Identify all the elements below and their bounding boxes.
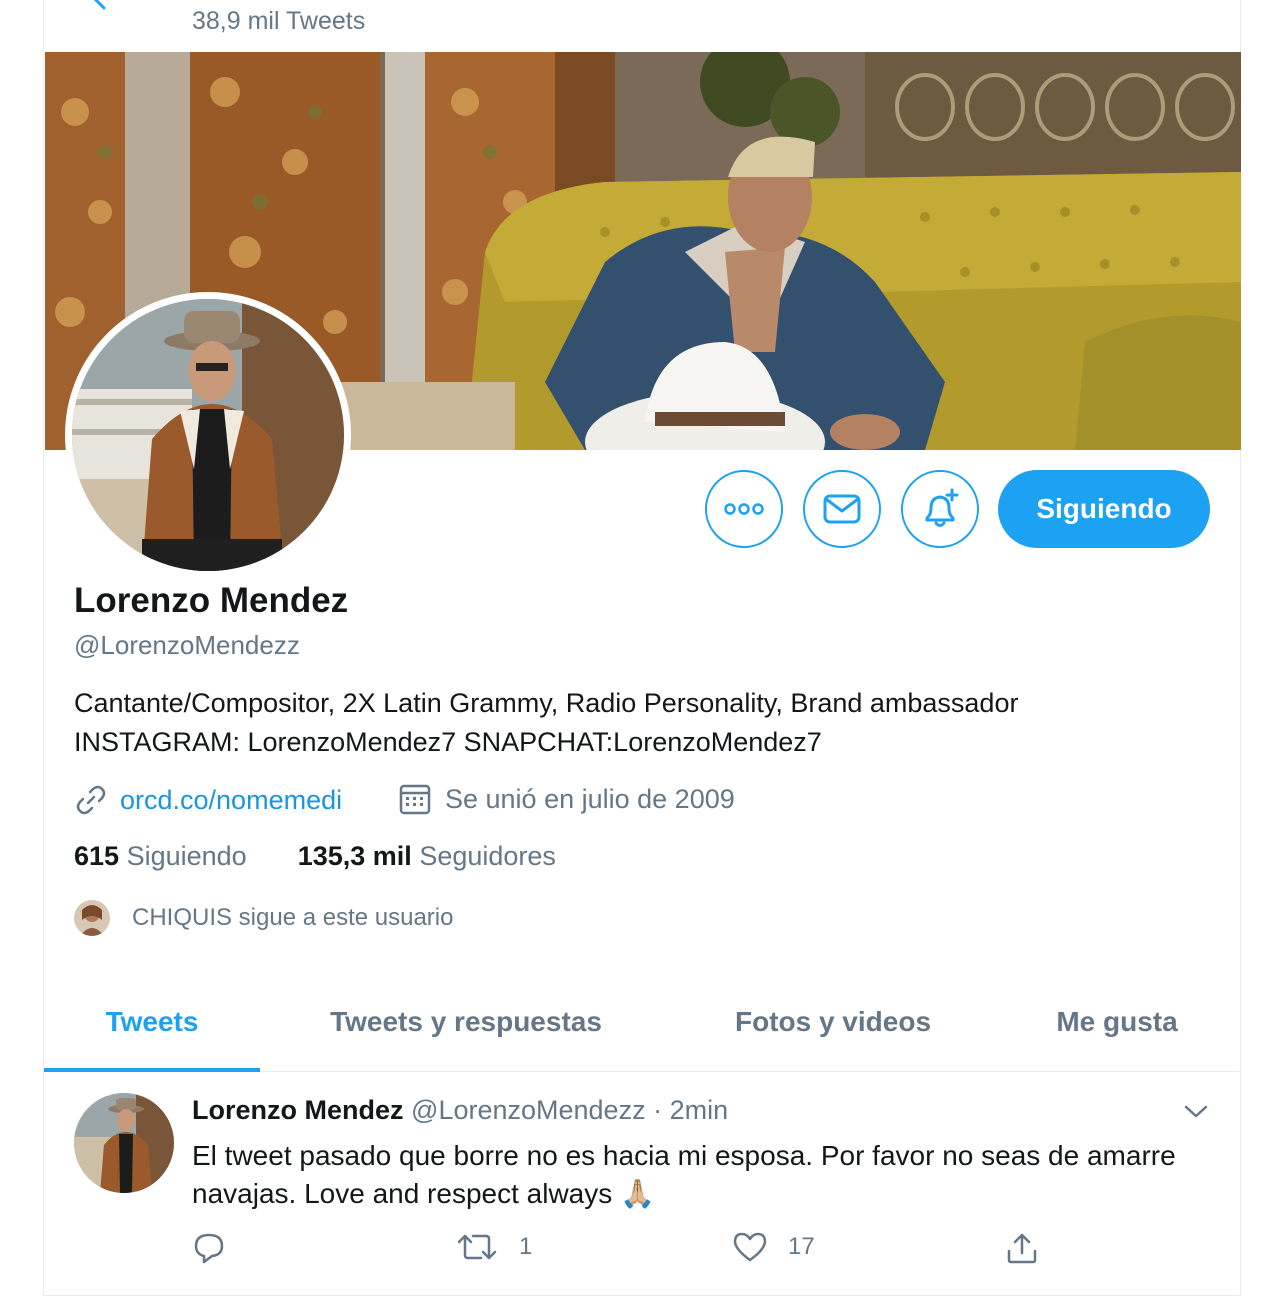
bio-line-1: Cantante/Compositor, 2X Latin Grammy, Ra… [74,688,1019,718]
calendar-icon [399,784,431,815]
share-icon [1007,1233,1037,1264]
profile-column: 38,9 mil Tweets Siguiendo Lorenzo Mendez… [43,0,1241,1296]
tweet-time[interactable]: 2min [670,1095,729,1125]
profile-avatar[interactable] [65,292,351,578]
more-button[interactable] [705,470,783,548]
active-tab-indicator [44,1068,260,1072]
retweet-icon [457,1234,497,1260]
joined-item: Se unió en julio de 2009 [399,783,735,815]
tweet-text: El tweet pasado que borre no es hacia mi… [192,1137,1202,1213]
tweet-header: Lorenzo Mendez @LorenzoMendezz · 2min [192,1095,728,1126]
heart-icon [733,1232,767,1262]
back-arrow-icon[interactable] [86,0,112,12]
tweet[interactable]: Lorenzo Mendez @LorenzoMendezz · 2min El… [44,1073,1240,1296]
tweet-emoji: 🙏🏼 [620,1178,655,1209]
following-stat[interactable]: 615 Siguiendo [74,841,254,871]
reply-button[interactable] [192,1231,246,1265]
reply-icon [194,1233,224,1264]
share-button[interactable] [1005,1231,1059,1265]
retweet-count: 1 [519,1233,533,1260]
tweet-author-name[interactable]: Lorenzo Mendez [192,1095,404,1125]
top-bar: 38,9 mil Tweets [44,0,1240,52]
website-item: orcd.co/nomemedi [74,783,342,817]
followers-stat[interactable]: 135,3 mil Seguidores [298,841,556,871]
profile-name: Lorenzo Mendez [74,581,349,620]
website-link[interactable]: orcd.co/nomemedi [120,785,342,816]
like-button[interactable]: 17 [732,1231,815,1263]
tab-photos-and-videos[interactable]: Fotos y videos [672,972,994,1072]
avatar-image [72,299,344,571]
follower-avatar [74,900,110,936]
message-button[interactable] [803,470,881,548]
like-count: 17 [788,1233,815,1260]
following-label: Siguiendo [126,841,247,871]
tab-likes[interactable]: Me gusta [994,972,1240,1072]
profile-stats: 615 Siguiendo 135,3 mil Seguidores [74,841,556,872]
profile-handle: @LorenzoMendezz [74,630,300,660]
chevron-down-icon[interactable] [1182,1097,1210,1125]
following-count: 615 [74,841,120,871]
followers-label: Seguidores [419,841,556,871]
tab-tweets-and-replies[interactable]: Tweets y respuestas [260,972,672,1072]
followers-count: 135,3 mil [297,841,412,871]
profile-tabs: Tweets Tweets y respuestas Fotos y video… [44,972,1240,1072]
followed-by-text: CHIQUIS sigue a este usuario [132,904,454,931]
mail-icon [823,494,861,524]
followed-by[interactable]: CHIQUIS sigue a este usuario [74,898,453,938]
retweet-button[interactable]: 1 [455,1231,532,1263]
tab-tweets[interactable]: Tweets [44,972,260,1072]
joined-date: Se unió en julio de 2009 [445,783,735,814]
tweet-body: El tweet pasado que borre no es hacia mi… [192,1140,1176,1209]
bio-line-2: INSTAGRAM: LorenzoMendez7 SNAPCHAT:Loren… [74,727,822,757]
following-button[interactable]: Siguiendo [998,470,1210,548]
more-icon [724,503,764,515]
tweet-author-handle[interactable]: @LorenzoMendezz [411,1095,646,1125]
tweet-avatar[interactable] [74,1093,174,1193]
notifications-button[interactable] [901,470,979,548]
link-icon [76,785,106,815]
tweet-count: 38,9 mil Tweets [192,7,366,35]
tweet-separator: · [653,1095,663,1125]
profile-bio: Cantante/Compositor, 2X Latin Grammy, Ra… [74,684,1194,762]
tweet-actions: 1 17 [192,1231,1092,1271]
bell-plus-icon [925,488,959,527]
